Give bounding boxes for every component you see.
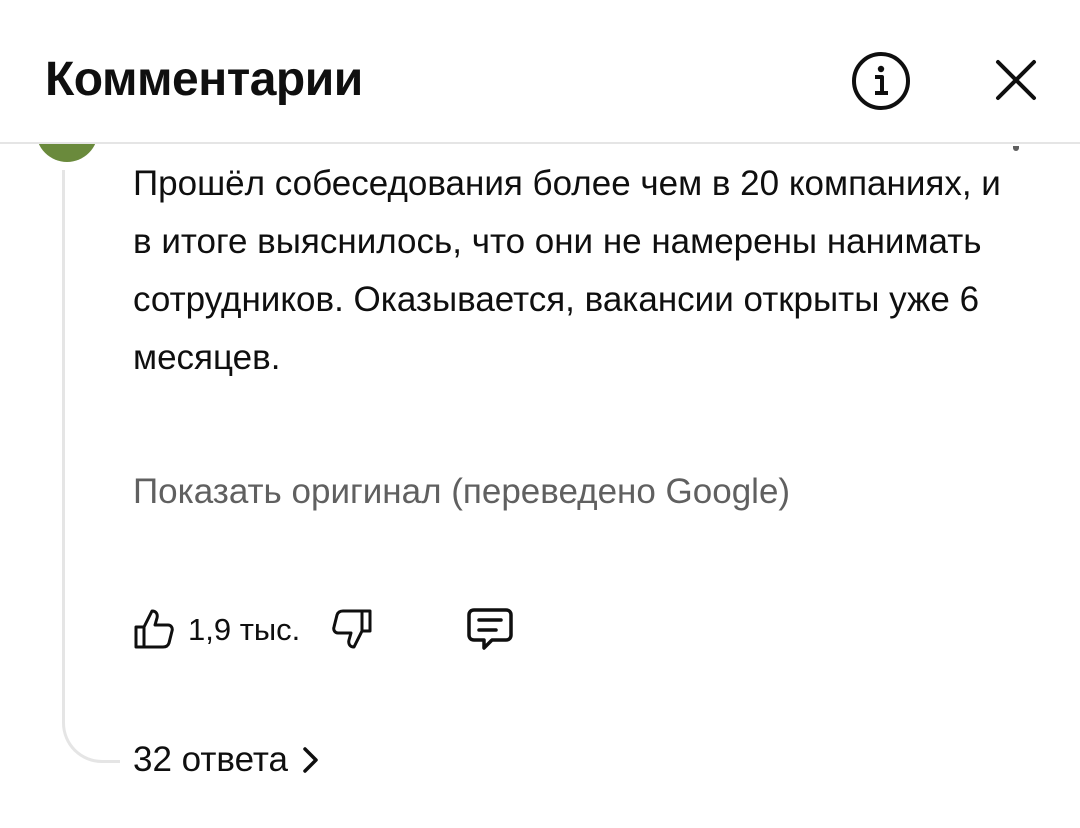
thumbs-up-icon [134, 609, 174, 649]
like-count: 1,9 тыс. [188, 612, 301, 647]
show-original-link[interactable]: Показать оригинал (переведено Google) [133, 472, 790, 512]
page-title: Комментарии [45, 53, 363, 106]
comments-header: Комментарии [0, 0, 1080, 142]
header-divider [0, 142, 1080, 144]
comment-text: Прошёл собеседования более чем в 20 комп… [133, 164, 1001, 377]
close-button[interactable] [990, 54, 1042, 106]
info-button[interactable] [850, 50, 912, 112]
dislike-button[interactable] [328, 605, 376, 653]
thumbs-down-icon [332, 609, 372, 649]
reply-button[interactable] [464, 605, 516, 653]
close-x-icon [996, 60, 1036, 100]
thread-line [62, 170, 120, 763]
info-circle-icon [852, 52, 910, 110]
more-options-icon[interactable] [1013, 146, 1019, 151]
replies-link[interactable]: 32 ответа [133, 740, 322, 780]
chevron-right-icon [303, 747, 318, 773]
replies-count: 32 ответа [133, 740, 288, 779]
comment-bubble-icon [467, 608, 513, 650]
like-button[interactable] [130, 605, 178, 653]
